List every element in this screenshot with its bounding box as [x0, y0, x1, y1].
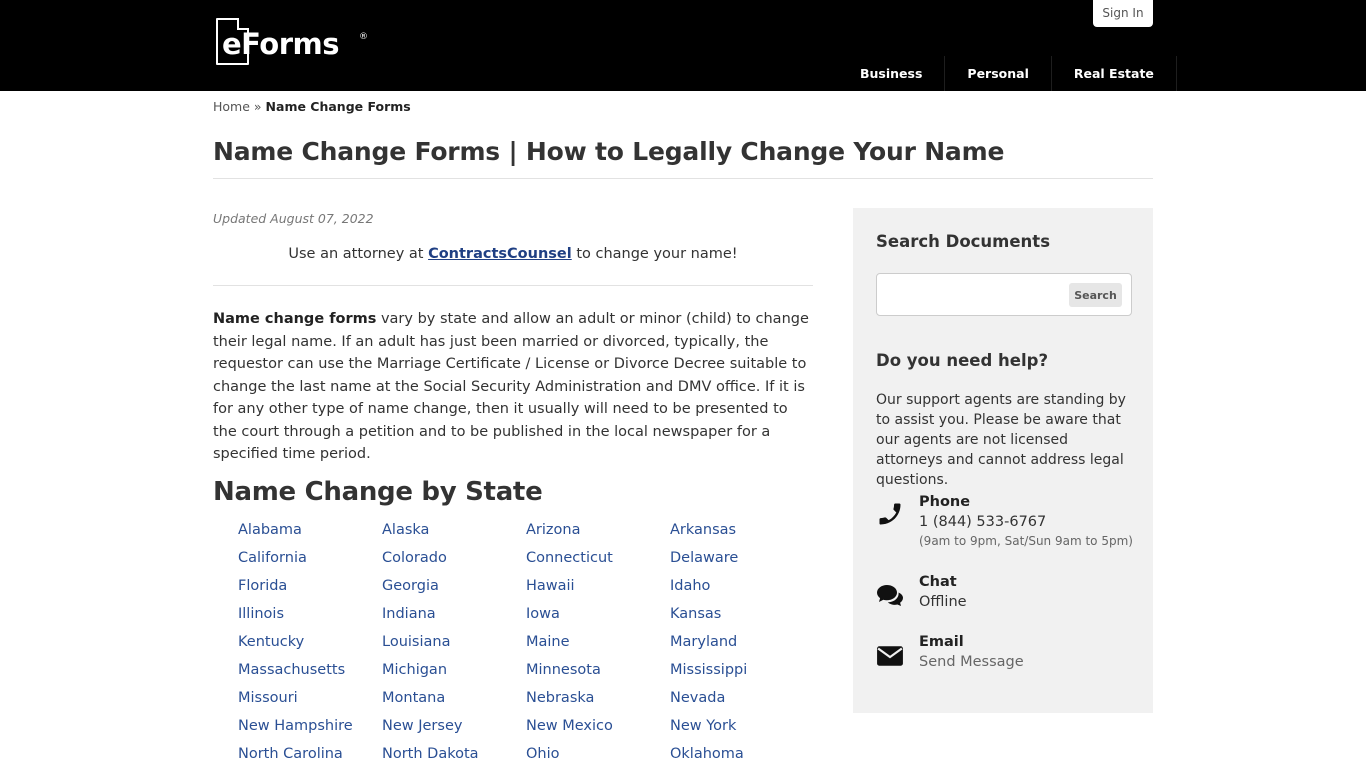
- state-link[interactable]: New York: [670, 714, 814, 742]
- attorney-prefix: Use an attorney at: [288, 246, 429, 262]
- chat-status: Offline: [919, 594, 967, 610]
- state-link[interactable]: Colorado: [382, 546, 526, 574]
- sidebar: Search Documents Search Do you need help…: [853, 208, 1153, 713]
- state-link[interactable]: Arkansas: [670, 518, 814, 546]
- breadcrumb-current: Name Change Forms: [265, 99, 411, 114]
- state-heading: Name Change by State: [213, 477, 543, 507]
- state-link[interactable]: Mississippi: [670, 658, 814, 686]
- contact-email[interactable]: Email Send Message: [876, 632, 1146, 684]
- state-link[interactable]: Alabama: [238, 518, 382, 546]
- state-link[interactable]: Delaware: [670, 546, 814, 574]
- state-link[interactable]: North Carolina: [238, 742, 382, 770]
- phone-hours: (9am to 9pm, Sat/Sun 9am to 5pm): [919, 534, 1133, 548]
- search-input[interactable]: [883, 280, 1063, 309]
- attorney-suffix: to change your name!: [571, 246, 738, 262]
- state-link[interactable]: Arizona: [526, 518, 670, 546]
- state-link[interactable]: Alaska: [382, 518, 526, 546]
- state-link[interactable]: Oklahoma: [670, 742, 814, 770]
- content-divider: [213, 285, 813, 286]
- search-button[interactable]: Search: [1069, 283, 1122, 307]
- state-link[interactable]: Massachusetts: [238, 658, 382, 686]
- title-divider: [213, 178, 1153, 179]
- state-link[interactable]: Indiana: [382, 602, 526, 630]
- state-link[interactable]: Kentucky: [238, 630, 382, 658]
- email-label: Email: [919, 634, 964, 650]
- state-link[interactable]: Georgia: [382, 574, 526, 602]
- state-link[interactable]: Illinois: [238, 602, 382, 630]
- contractscounsel-link[interactable]: ContractsCounsel: [428, 246, 572, 262]
- logo-text: eForms: [222, 27, 340, 61]
- intro-paragraph: Name change forms vary by state and allo…: [213, 308, 813, 466]
- state-link[interactable]: Missouri: [238, 686, 382, 714]
- phone-label: Phone: [919, 494, 971, 510]
- state-link[interactable]: Louisiana: [382, 630, 526, 658]
- state-link[interactable]: Nebraska: [526, 686, 670, 714]
- state-link[interactable]: Nevada: [670, 686, 814, 714]
- chat-icon: [877, 585, 903, 606]
- help-heading: Do you need help?: [876, 351, 1049, 370]
- sign-in-button[interactable]: Sign In: [1093, 0, 1153, 27]
- state-link[interactable]: Idaho: [670, 574, 814, 602]
- nav-real-estate[interactable]: Real Estate: [1052, 56, 1177, 91]
- site-header: eForms ® Sign In Business Personal Real …: [0, 0, 1366, 91]
- state-link[interactable]: California: [238, 546, 382, 574]
- state-link[interactable]: Connecticut: [526, 546, 670, 574]
- envelope-icon: [877, 646, 903, 666]
- state-link[interactable]: Maine: [526, 630, 670, 658]
- breadcrumb-home[interactable]: Home: [213, 99, 250, 114]
- state-link[interactable]: Montana: [382, 686, 526, 714]
- state-link[interactable]: Iowa: [526, 602, 670, 630]
- registered-mark: ®: [359, 32, 368, 42]
- nav-personal[interactable]: Personal: [945, 56, 1052, 91]
- state-link[interactable]: Minnesota: [526, 658, 670, 686]
- search-heading: Search Documents: [876, 232, 1051, 251]
- nav-business[interactable]: Business: [838, 56, 946, 91]
- phone-number[interactable]: 1 (844) 533-6767: [919, 512, 1046, 532]
- breadcrumb-separator: »: [253, 99, 262, 114]
- phone-icon: [879, 503, 901, 525]
- breadcrumb: Home » Name Change Forms: [213, 98, 411, 115]
- state-link[interactable]: Michigan: [382, 658, 526, 686]
- main-nav: Business Personal Real Estate: [838, 56, 1177, 91]
- chat-label: Chat: [919, 574, 957, 590]
- intro-bold: Name change forms: [213, 311, 377, 327]
- search-box: Search: [876, 273, 1132, 316]
- page-title: Name Change Forms | How to Legally Chang…: [213, 137, 1005, 166]
- state-link[interactable]: Ohio: [526, 742, 670, 770]
- state-list: Alabama Alaska Arizona Arkansas California Co…: [238, 518, 814, 770]
- intro-text: vary by state and allow an adult or mino…: [213, 311, 809, 462]
- state-link[interactable]: New Mexico: [526, 714, 670, 742]
- state-link[interactable]: New Hampshire: [238, 714, 382, 742]
- state-link[interactable]: Florida: [238, 574, 382, 602]
- contact-phone[interactable]: Phone 1 (844) 533-6767 (9am to 9pm, Sat/…: [876, 492, 1146, 548]
- contact-chat[interactable]: Chat Offline: [876, 572, 1146, 624]
- state-link[interactable]: New Jersey: [382, 714, 526, 742]
- state-link[interactable]: Maryland: [670, 630, 814, 658]
- updated-date: Updated August 07, 2022: [213, 211, 374, 226]
- attorney-notice: Use an attorney at ContractsCounsel to c…: [213, 244, 813, 264]
- help-text: Our support agents are standing by to as…: [876, 392, 1126, 488]
- state-link[interactable]: Kansas: [670, 602, 814, 630]
- state-link[interactable]: North Dakota: [382, 742, 526, 770]
- eforms-logo[interactable]: eForms ®: [216, 18, 368, 66]
- send-message-link[interactable]: Send Message: [919, 652, 1024, 672]
- state-link[interactable]: Hawaii: [526, 574, 670, 602]
